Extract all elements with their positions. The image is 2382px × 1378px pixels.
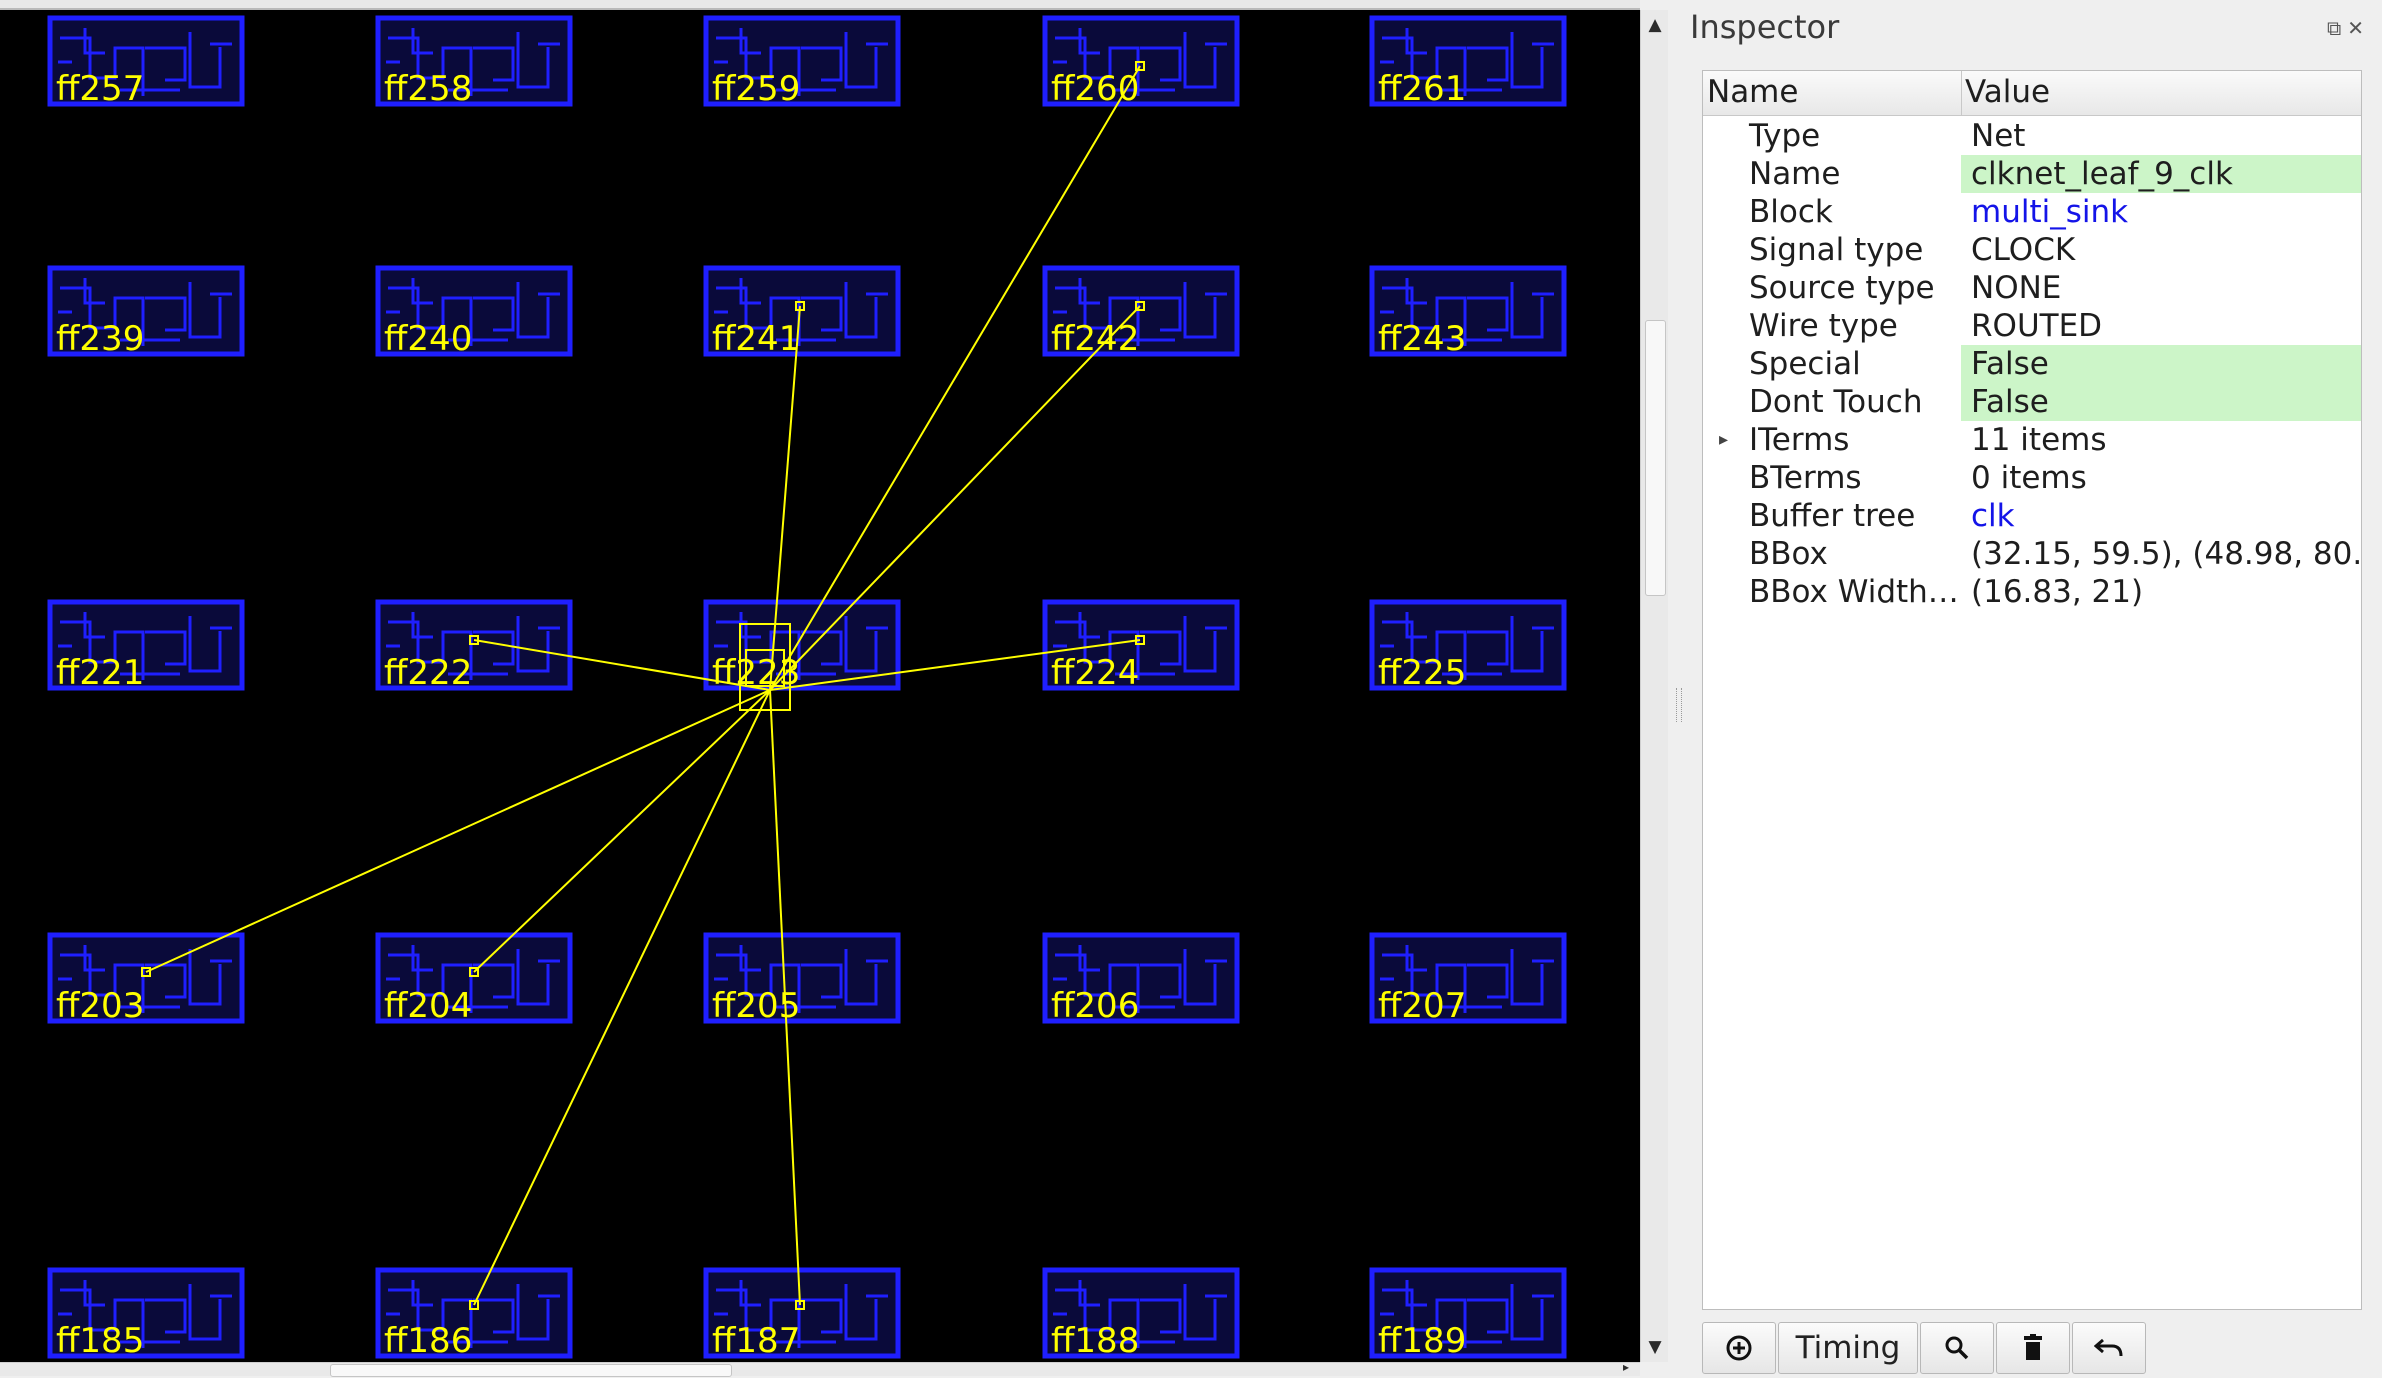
property-value: 11 items	[1971, 422, 2107, 458]
property-row[interactable]: Source type NONE	[1703, 269, 2361, 307]
inspector-toolbar: Timing	[1702, 1322, 2362, 1376]
cell-label: ff186	[384, 1321, 472, 1361]
cell-label: ff189	[1378, 1321, 1466, 1361]
property-value: ROUTED	[1971, 308, 2103, 344]
property-name: Name	[1749, 156, 1841, 192]
column-header-value[interactable]: Value	[1965, 74, 2050, 110]
property-name: Special	[1749, 346, 1861, 382]
cell-label: ff221	[56, 653, 144, 693]
cell-label: ff261	[1378, 69, 1466, 109]
property-row[interactable]: Wire type ROUTED	[1703, 307, 2361, 345]
property-name: Wire type	[1749, 308, 1898, 344]
vertical-scrollbar[interactable]: ▲ ▼	[1640, 10, 1668, 1362]
cell-label: ff243	[1378, 319, 1466, 359]
property-table-header: Name Value	[1703, 71, 2361, 116]
cell-label: ff260	[1051, 69, 1139, 109]
timing-button[interactable]: Timing	[1778, 1322, 1918, 1374]
cell-label: ff185	[56, 1321, 144, 1361]
property-value[interactable]: multi_sink	[1961, 193, 2361, 231]
property-row[interactable]: Buffer tree clk	[1703, 497, 2361, 535]
property-value: (32.15, 59.5), (48.98, 80.5)	[1971, 536, 2362, 572]
cell-label: ff222	[384, 653, 472, 693]
property-name: ITerms	[1749, 422, 1850, 458]
property-value: Net	[1971, 118, 2026, 154]
property-value: CLOCK	[1971, 232, 2076, 268]
trash-icon	[2024, 1334, 2042, 1360]
property-name: Type	[1749, 118, 1821, 154]
inspector-panel: Inspector ⧉✕ Name Value Type Net Name clkne…	[1688, 0, 2382, 1376]
add-highlight-button[interactable]	[1702, 1322, 1776, 1374]
cell-label: ff207	[1378, 986, 1466, 1026]
property-table[interactable]: Name Value Type Net Name clknet_leaf_9_clk B…	[1702, 70, 2362, 1310]
expand-arrow-icon[interactable]: ▸	[1719, 421, 1728, 459]
close-panel-icon[interactable]: ✕	[2347, 16, 2370, 40]
undo-button[interactable]	[2072, 1322, 2146, 1374]
float-panel-icon[interactable]: ⧉	[2327, 16, 2347, 40]
property-name: Dont Touch	[1749, 384, 1923, 420]
net-wire[interactable]	[473, 689, 771, 973]
property-row[interactable]: Type Net	[1703, 117, 2361, 155]
cell-label: ff259	[712, 69, 800, 109]
property-row[interactable]: ▸ ITerms 11 items	[1703, 421, 2361, 459]
vertical-scroll-thumb[interactable]	[1645, 320, 1666, 596]
property-value[interactable]: clknet_leaf_9_clk	[1961, 155, 2361, 193]
cell-label: ff203	[56, 986, 144, 1026]
net-wire[interactable]	[769, 65, 1141, 691]
cell-label: ff242	[1051, 319, 1139, 359]
splitter-grip[interactable]	[1676, 688, 1682, 722]
property-row[interactable]: BBox (32.15, 59.5), (48.98, 80.5)	[1703, 535, 2361, 573]
cell-label: ff206	[1051, 986, 1139, 1026]
property-row[interactable]: Special False	[1703, 345, 2361, 383]
property-name: BBox	[1749, 536, 1828, 572]
column-divider[interactable]	[1961, 71, 1962, 115]
scroll-down-arrow-icon[interactable]: ▼	[1641, 1332, 1669, 1362]
property-row[interactable]: Name clknet_leaf_9_clk	[1703, 155, 2361, 193]
delete-button[interactable]	[1996, 1322, 2070, 1374]
cell-label: ff225	[1378, 653, 1466, 693]
property-name: Signal type	[1749, 232, 1924, 268]
cell-label: ff240	[384, 319, 472, 359]
cell-label: ff258	[384, 69, 472, 109]
property-row[interactable]: BBox Width… (16.83, 21)	[1703, 573, 2361, 611]
column-header-name[interactable]: Name	[1707, 74, 1798, 110]
layout-view[interactable]: ff257 ff258 ff259 ff260 ff261 ff239 ff240 ff241…	[0, 0, 1640, 1362]
scroll-up-arrow-icon[interactable]: ▲	[1641, 10, 1669, 40]
property-name: Source type	[1749, 270, 1935, 306]
zoom-add-icon	[1726, 1335, 1752, 1361]
horizontal-scroll-thumb[interactable]	[330, 1364, 732, 1377]
property-value: 0 items	[1971, 460, 2087, 496]
cell-label: ff241	[712, 319, 800, 359]
property-row[interactable]: Block multi_sink	[1703, 193, 2361, 231]
cell-label: ff205	[712, 986, 800, 1026]
panel-float-close-buttons[interactable]: ⧉✕	[2327, 16, 2370, 40]
property-row[interactable]: BTerms 0 items	[1703, 459, 2361, 497]
cell-label: ff224	[1051, 653, 1139, 693]
cell-label: ff188	[1051, 1321, 1139, 1361]
property-value[interactable]: clk	[1961, 497, 2361, 535]
property-name: Buffer tree	[1749, 498, 1916, 534]
zoom-to-button[interactable]	[1920, 1322, 1994, 1374]
property-value: (16.83, 21)	[1971, 574, 2144, 610]
property-value[interactable]: False	[1961, 383, 2361, 421]
cell-label: ff257	[56, 69, 144, 109]
cell-label: ff187	[712, 1321, 800, 1361]
undo-arrow-icon	[2093, 1338, 2123, 1357]
magnifier-icon	[1945, 1336, 1969, 1360]
property-value[interactable]: False	[1961, 345, 2361, 383]
panel-splitter[interactable]	[1668, 0, 1688, 1376]
property-row[interactable]: Signal type CLOCK	[1703, 231, 2361, 269]
layout-canvas[interactable]: ff257 ff258 ff259 ff260 ff261 ff239 ff240 ff241…	[0, 0, 1640, 1362]
cell-label: ff223	[712, 653, 800, 693]
cell-label: ff239	[56, 319, 144, 359]
horizontal-scrollbar[interactable]: ▸	[0, 1360, 1640, 1377]
net-wire[interactable]	[145, 689, 771, 973]
property-row[interactable]: Dont Touch False	[1703, 383, 2361, 421]
property-name: BTerms	[1749, 460, 1862, 496]
property-name: BBox Width…	[1749, 574, 1959, 610]
inspector-title: Inspector	[1690, 8, 1840, 46]
property-value: NONE	[1971, 270, 2062, 306]
scroll-right-arrow-icon[interactable]: ▸	[1612, 1360, 1640, 1374]
cell-label: ff204	[384, 986, 472, 1026]
property-name: Block	[1749, 194, 1833, 230]
